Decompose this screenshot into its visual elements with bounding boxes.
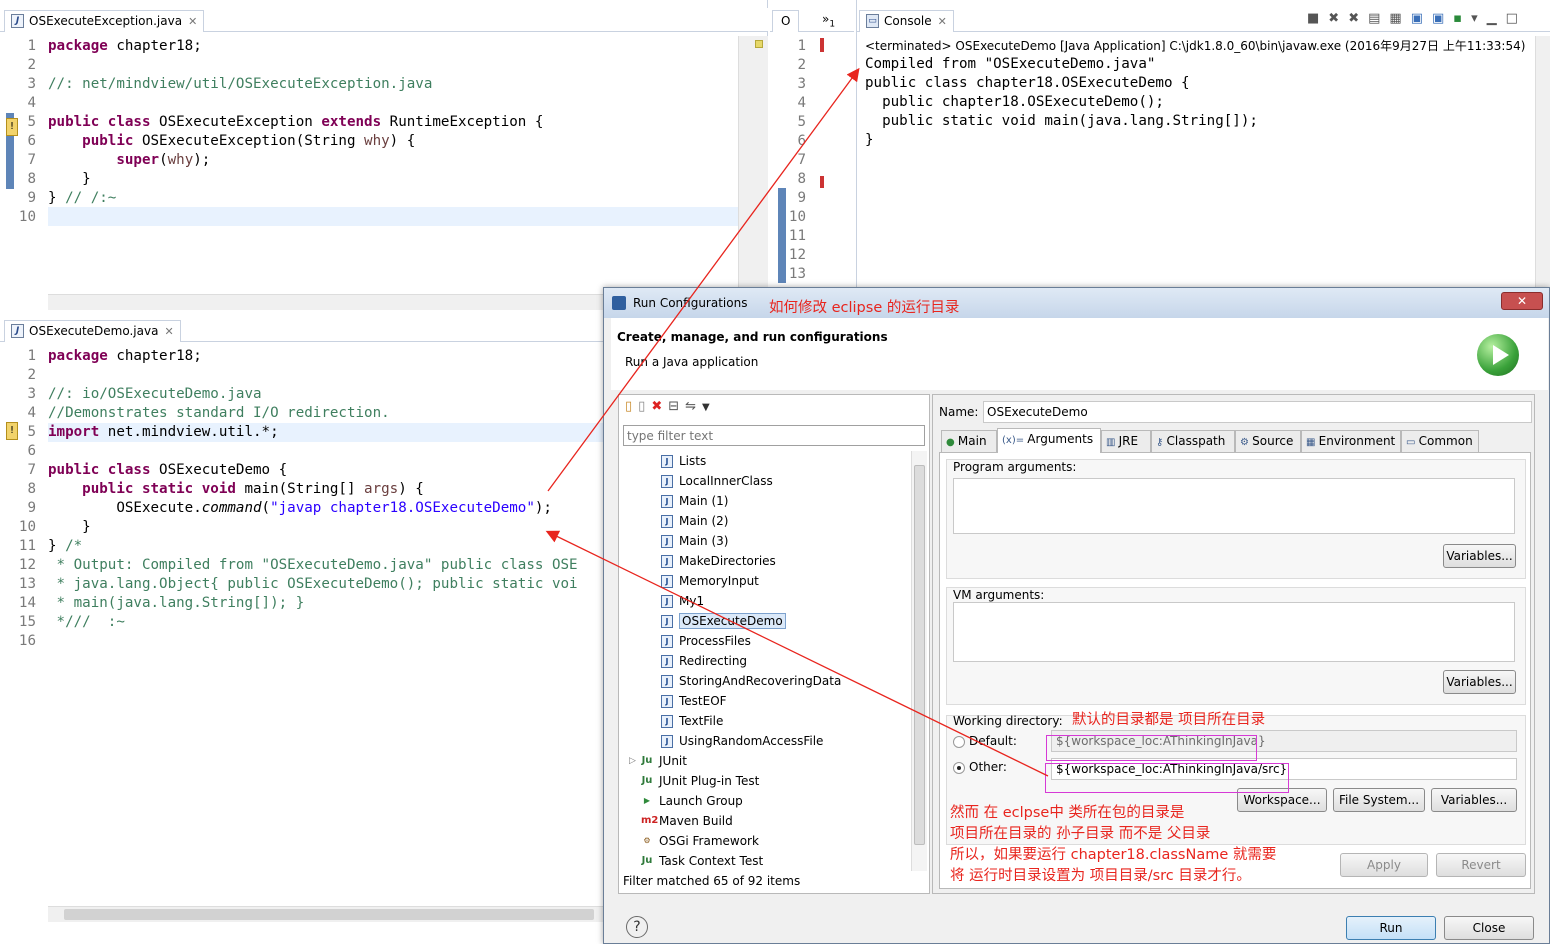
arrow-to-console [547,67,860,492]
annotation-arrows [545,67,1049,777]
arrow-to-command [545,530,1049,777]
tab-label: Arguments [1027,432,1094,446]
arguments-tab-icon: (x)= [1002,435,1028,446]
tab-arguments[interactable]: (x)= Arguments [997,428,1101,453]
